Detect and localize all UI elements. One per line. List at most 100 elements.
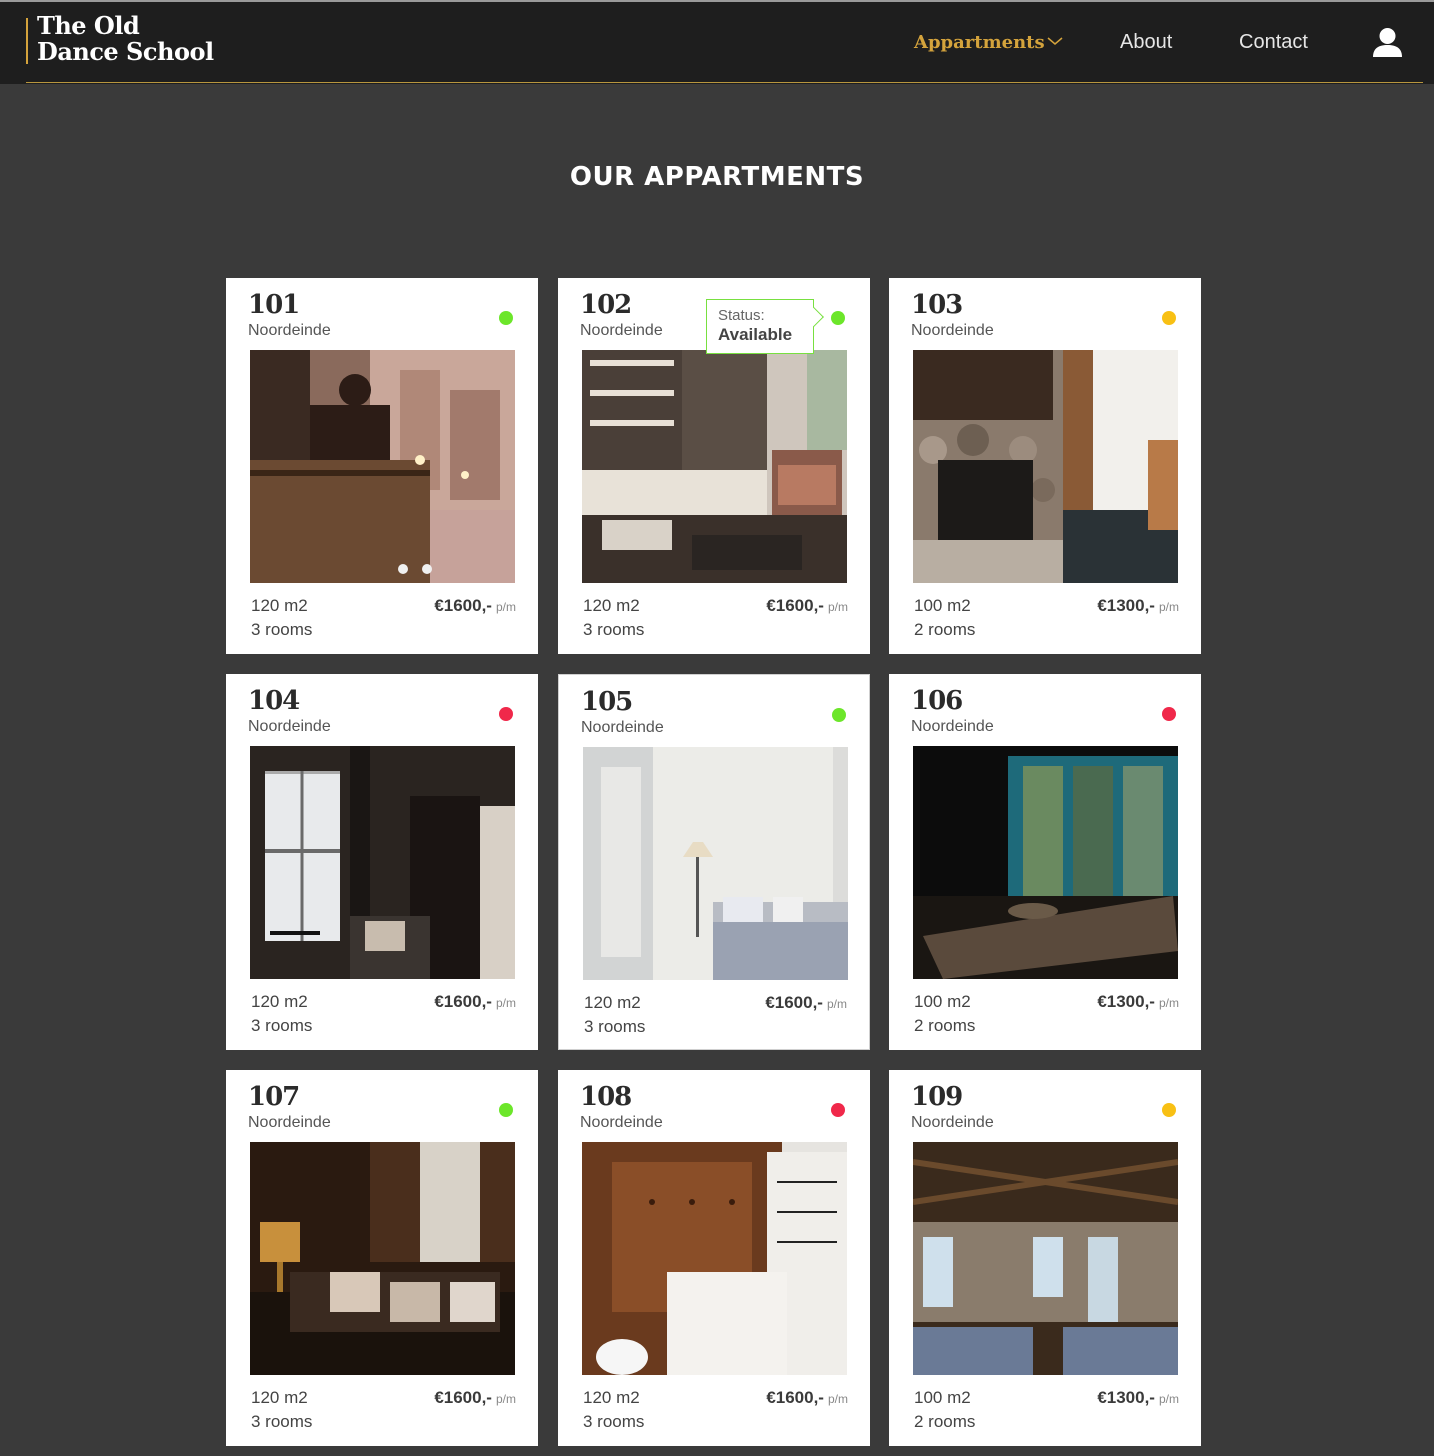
apartment-area: 120 m2 bbox=[251, 596, 308, 615]
apartment-price: €1600,- p/m bbox=[434, 1388, 516, 1408]
status-indicator[interactable] bbox=[1162, 311, 1176, 325]
apartment-rooms: 3 rooms bbox=[251, 1412, 313, 1431]
apartment-rooms: 3 rooms bbox=[583, 620, 645, 639]
price-period: p/m bbox=[1158, 1392, 1179, 1406]
price-period: p/m bbox=[826, 997, 847, 1011]
apartment-rooms: 3 rooms bbox=[584, 1017, 646, 1036]
apartment-photo[interactable] bbox=[913, 350, 1178, 583]
apartment-number: 101 bbox=[248, 290, 300, 320]
logo-line-1: The Old bbox=[37, 11, 140, 40]
page-title: OUR APPARTMENTS bbox=[569, 162, 865, 192]
apartment-photo[interactable] bbox=[250, 746, 515, 979]
tooltip-label: Status: bbox=[718, 307, 765, 324]
apartment-rooms: 2 rooms bbox=[914, 1016, 976, 1035]
apartment-card[interactable]: 109 Noordeinde 100 m2 2 rooms €1300,- p/m bbox=[889, 1070, 1201, 1446]
price-period: p/m bbox=[495, 600, 516, 614]
apartment-card[interactable]: 107 Noordeinde 120 m2 3 rooms €1600,- p/m bbox=[226, 1070, 538, 1446]
apartment-price: €1600,- p/m bbox=[766, 1388, 848, 1408]
apartment-card[interactable]: 101 Noordeinde 120 m2 3 rooms €1600,- p/m bbox=[226, 278, 538, 654]
apartment-photo[interactable] bbox=[250, 350, 515, 583]
apartment-price: €1600,- p/m bbox=[434, 596, 516, 616]
apartment-street: Noordeinde bbox=[248, 322, 331, 339]
apartment-photo[interactable] bbox=[250, 1142, 515, 1375]
apartment-street: Noordeinde bbox=[911, 718, 994, 735]
apartment-card[interactable]: 108 Noordeinde 120 m2 3 rooms €1600,- p/m bbox=[558, 1070, 870, 1446]
price-value: €1300,- bbox=[1097, 596, 1155, 615]
status-indicator[interactable] bbox=[1162, 707, 1176, 721]
apartment-street: Noordeinde bbox=[911, 322, 994, 339]
apartment-card[interactable]: 104 Noordeinde 120 m2 3 rooms €1600,- p/m bbox=[226, 674, 538, 1050]
apartment-number: 107 bbox=[248, 1082, 300, 1112]
apartment-price: €1300,- p/m bbox=[1097, 596, 1179, 616]
apartment-photo[interactable] bbox=[583, 747, 848, 980]
price-value: €1300,- bbox=[1097, 1388, 1155, 1407]
nav-about[interactable]: About bbox=[1120, 31, 1172, 54]
status-tooltip: Status: Available bbox=[706, 299, 824, 354]
apartment-photo[interactable] bbox=[913, 1142, 1178, 1375]
apartment-image bbox=[582, 1142, 847, 1375]
price-period: p/m bbox=[495, 996, 516, 1010]
apartment-street: Noordeinde bbox=[580, 322, 663, 339]
price-value: €1600,- bbox=[765, 993, 823, 1012]
nav-appartments[interactable]: Appartments bbox=[914, 32, 1045, 53]
apartment-price: €1600,- p/m bbox=[765, 993, 847, 1013]
apartment-image bbox=[913, 350, 1178, 583]
apartment-street: Noordeinde bbox=[248, 1114, 331, 1131]
navbar-divider bbox=[26, 82, 1423, 83]
apartment-number: 106 bbox=[911, 686, 963, 716]
price-period: p/m bbox=[827, 1392, 848, 1406]
apartment-image bbox=[250, 350, 515, 583]
status-indicator[interactable] bbox=[499, 1103, 513, 1117]
status-indicator[interactable] bbox=[831, 311, 845, 325]
apartment-photo[interactable] bbox=[582, 1142, 847, 1375]
price-period: p/m bbox=[827, 600, 848, 614]
apartment-price: €1300,- p/m bbox=[1097, 992, 1179, 1012]
status-indicator[interactable] bbox=[499, 311, 513, 325]
apartment-area: 100 m2 bbox=[914, 992, 971, 1011]
site-logo[interactable]: The Old Dance School bbox=[37, 13, 214, 65]
price-period: p/m bbox=[495, 1392, 516, 1406]
apartment-number: 103 bbox=[911, 290, 963, 320]
apartment-street: Noordeinde bbox=[248, 718, 331, 735]
apartment-rooms: 3 rooms bbox=[583, 1412, 645, 1431]
apartment-card[interactable]: 106 Noordeinde 100 m2 2 rooms €1300,- p/m bbox=[889, 674, 1201, 1050]
chevron-down-icon[interactable] bbox=[1046, 34, 1064, 48]
tooltip-value: Available bbox=[718, 325, 793, 344]
navbar bbox=[0, 2, 1434, 84]
apartment-rooms: 2 rooms bbox=[914, 620, 976, 639]
apartment-image bbox=[250, 746, 515, 979]
apartment-rooms: 3 rooms bbox=[251, 1016, 313, 1035]
price-value: €1600,- bbox=[766, 596, 824, 615]
apartment-image bbox=[250, 1142, 515, 1375]
apartment-area: 100 m2 bbox=[914, 596, 971, 615]
apartment-card[interactable]: 105 Noordeinde 120 m2 3 rooms €1600,- p/m bbox=[558, 674, 870, 1050]
apartment-area: 120 m2 bbox=[583, 596, 640, 615]
apartment-street: Noordeinde bbox=[580, 1114, 663, 1131]
price-value: €1300,- bbox=[1097, 992, 1155, 1011]
apartment-rooms: 3 rooms bbox=[251, 620, 313, 639]
price-period: p/m bbox=[1158, 600, 1179, 614]
status-indicator[interactable] bbox=[831, 1103, 845, 1117]
apartment-price: €1600,- p/m bbox=[766, 596, 848, 616]
logo-accent-bar bbox=[26, 18, 28, 64]
apartment-area: 120 m2 bbox=[583, 1388, 640, 1407]
apartment-price: €1600,- p/m bbox=[434, 992, 516, 1012]
user-icon[interactable] bbox=[1372, 27, 1403, 59]
apartment-image bbox=[583, 747, 848, 980]
status-indicator[interactable] bbox=[1162, 1103, 1176, 1117]
status-indicator[interactable] bbox=[832, 708, 846, 722]
apartment-price: €1300,- p/m bbox=[1097, 1388, 1179, 1408]
apartment-photo[interactable] bbox=[913, 746, 1178, 979]
status-indicator[interactable] bbox=[499, 707, 513, 721]
apartment-card[interactable]: 103 Noordeinde 100 m2 2 rooms €1300,- p/m bbox=[889, 278, 1201, 654]
nav-contact[interactable]: Contact bbox=[1239, 31, 1308, 54]
price-value: €1600,- bbox=[766, 1388, 824, 1407]
price-value: €1600,- bbox=[434, 992, 492, 1011]
price-value: €1600,- bbox=[434, 1388, 492, 1407]
apartment-area: 100 m2 bbox=[914, 1388, 971, 1407]
apartment-number: 102 bbox=[580, 290, 632, 320]
logo-line-2: Dance School bbox=[37, 37, 214, 66]
apartment-image bbox=[582, 350, 847, 583]
apartment-number: 104 bbox=[248, 686, 300, 716]
apartment-photo[interactable] bbox=[582, 350, 847, 583]
